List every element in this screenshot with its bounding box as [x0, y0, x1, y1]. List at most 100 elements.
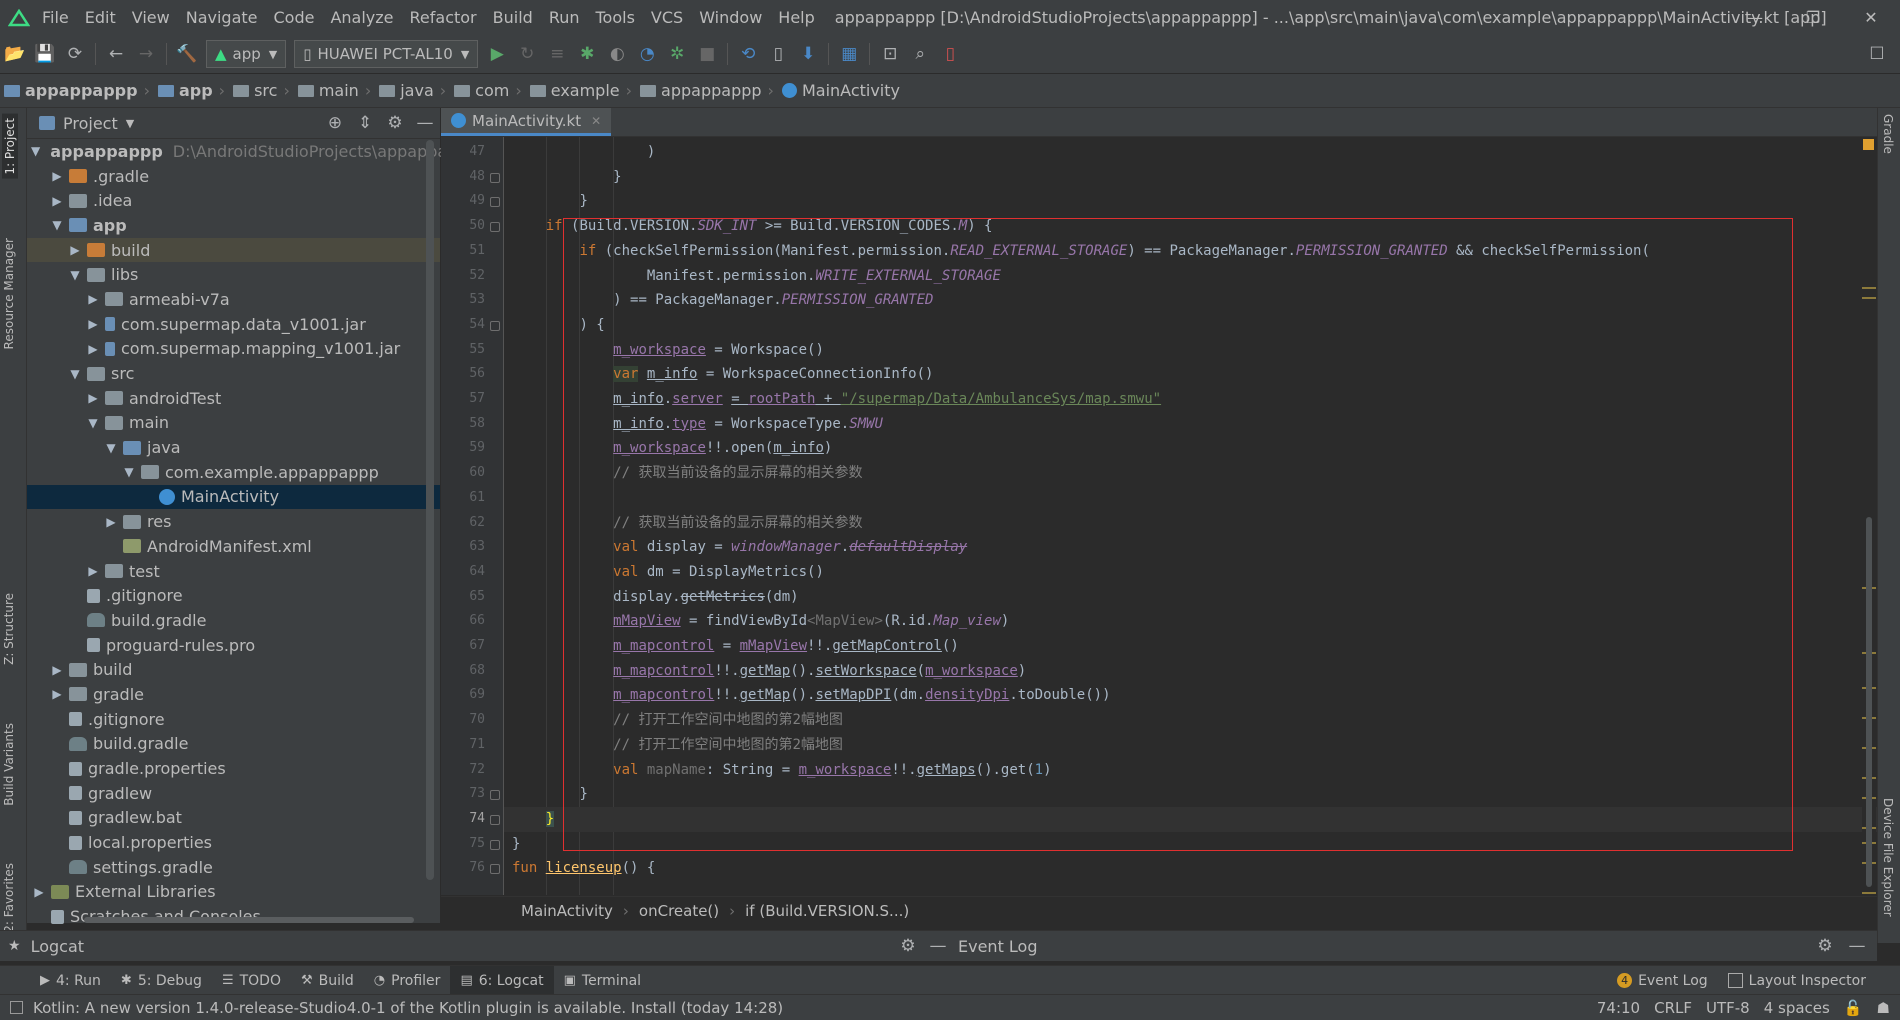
menu-run[interactable]: Run — [541, 8, 588, 27]
code-line[interactable]: ) == PackageManager.PERMISSION_GRANTED — [504, 288, 933, 313]
project-hscrollbar[interactable] — [84, 917, 414, 923]
save-icon[interactable]: 💾 — [30, 39, 60, 69]
tool-tab-build-variants[interactable]: Build Variants — [2, 723, 16, 806]
device-manager-icon[interactable]: ▯ — [935, 39, 965, 69]
run-config-select[interactable]: ▲ app ▼ — [206, 40, 287, 68]
collapsed-arrow-icon[interactable]: ▶ — [85, 342, 101, 356]
rerun-icon[interactable]: ↻ — [512, 39, 542, 69]
locate-icon[interactable]: ⊕ — [320, 108, 350, 138]
apply-changes-icon[interactable]: ≡ — [542, 39, 572, 69]
code-line[interactable]: val dm = DisplayMetrics() — [504, 560, 824, 585]
collapsed-arrow-icon[interactable]: ▶ — [67, 243, 83, 257]
code-line[interactable]: } — [504, 189, 587, 214]
breadcrumb-item[interactable]: java › — [375, 81, 450, 100]
fold-marker-icon[interactable] — [490, 320, 500, 331]
lock-icon[interactable]: 🔓 — [1844, 999, 1863, 1017]
collapsed-arrow-icon[interactable]: ▶ — [103, 515, 119, 529]
tree-node[interactable]: AndroidManifest.xml — [27, 534, 440, 559]
device-select[interactable]: ▯ HUAWEI PCT-AL10 ▼ — [294, 40, 479, 68]
project-structure-icon[interactable]: ▦ — [834, 39, 864, 69]
menu-navigate[interactable]: Navigate — [178, 8, 266, 27]
tab-mainactivity[interactable]: MainActivity.kt ✕ — [441, 108, 612, 136]
code-line[interactable]: ) { — [504, 313, 604, 338]
collapsed-arrow-icon[interactable]: ▶ — [85, 317, 101, 331]
code-line[interactable]: fun licenseup() { — [504, 856, 655, 881]
code-line[interactable]: var m_info = WorkspaceConnectionInfo() — [504, 362, 933, 387]
menu-view[interactable]: View — [124, 8, 178, 27]
forward-icon[interactable]: → — [131, 39, 161, 69]
memory-indicator-icon[interactable]: ☗ — [1877, 999, 1890, 1017]
tree-node[interactable]: ▼ com.example.appappappp — [27, 460, 440, 485]
project-view-select[interactable]: Project — [63, 114, 118, 133]
tree-node[interactable]: build.gradle — [27, 732, 440, 757]
tree-node[interactable]: ▶ androidTest — [27, 386, 440, 411]
editor-breadcrumb-item[interactable]: onCreate() — [639, 902, 719, 920]
user-icon[interactable]: ☐ — [1862, 39, 1892, 69]
restore-icon[interactable]: ❐ — [1784, 0, 1842, 35]
tree-node[interactable]: settings.gradle — [27, 855, 440, 880]
file-encoding[interactable]: UTF-8 — [1706, 999, 1750, 1017]
avd-manager-icon[interactable]: ▯ — [763, 39, 793, 69]
gear-icon[interactable]: ⚙ — [893, 931, 923, 961]
tool-tab-run[interactable]: ▶ 4: Run — [30, 966, 111, 995]
search-icon[interactable]: ⌕ — [905, 39, 935, 69]
sdk-manager-icon[interactable]: ⬇ — [793, 39, 823, 69]
tree-node[interactable]: ▶ armeabi-v7a — [27, 287, 440, 312]
layout-inspector-icon[interactable]: ⊡ — [875, 39, 905, 69]
code-line[interactable]: mMapView = findViewById<MapView>(R.id.Ma… — [504, 609, 1009, 634]
tree-node[interactable]: .gitignore — [27, 707, 440, 732]
fold-marker-icon[interactable] — [490, 222, 500, 233]
code-line[interactable] — [504, 486, 512, 511]
tool-tab-favorites[interactable]: 2: Favorites — [2, 863, 16, 933]
fold-marker-icon[interactable] — [490, 839, 500, 850]
fold-marker-icon[interactable] — [490, 814, 500, 825]
breadcrumb-item[interactable]: example › — [526, 81, 636, 100]
menu-edit[interactable]: Edit — [77, 8, 124, 27]
breadcrumb-item[interactable]: appappappp › — [636, 81, 778, 100]
close-icon[interactable]: ✕ — [1842, 0, 1900, 35]
stop-icon[interactable]: ■ — [692, 39, 722, 69]
collapsed-arrow-icon[interactable]: ▶ — [49, 663, 65, 677]
breadcrumb-item[interactable]: app › — [154, 81, 229, 100]
code-line[interactable]: val display = windowManager.defaultDispl… — [504, 535, 967, 560]
tree-node[interactable]: ▼ appappappp D:\AndroidStudioProjects\appa… — [27, 139, 457, 164]
tool-tab-profiler[interactable]: ◔ Profiler — [364, 966, 451, 995]
code-line[interactable]: // 获取当前设备的显示屏幕的相关参数 — [504, 511, 862, 536]
hide-panel-icon[interactable]: — — [1842, 931, 1872, 961]
tool-tab-logcat[interactable]: ▤ 6: Logcat — [450, 966, 554, 995]
tree-node[interactable]: ▶ .gradle — [27, 164, 440, 189]
editor-scrollbar[interactable] — [1862, 137, 1876, 895]
code-editor[interactable]: )}} if (Build.VERSION.SDK_INT >= Build.VE… — [504, 137, 1877, 895]
status-message[interactable]: Kotlin: A new version 1.4.0-release-Stud… — [33, 999, 783, 1017]
scroll-thumb[interactable] — [1866, 517, 1872, 887]
code-line[interactable]: m_mapcontrol!!.getMap().setWorkspace(m_w… — [504, 659, 1026, 684]
tool-tab-todo[interactable]: ☰ TODO — [212, 966, 291, 995]
tree-node[interactable]: build.gradle — [27, 608, 440, 633]
tree-node[interactable]: local.properties — [27, 830, 440, 855]
tree-node[interactable]: gradle.properties — [27, 756, 440, 781]
menu-tools[interactable]: Tools — [588, 8, 643, 27]
hide-panel-icon[interactable]: — — [410, 108, 440, 138]
sync-icon[interactable]: ⟳ — [60, 39, 90, 69]
run-icon[interactable]: ▶ — [482, 39, 512, 69]
code-line[interactable]: // 打开工作空间中地图的第2幅地图 — [504, 708, 843, 733]
tree-node[interactable]: ▶ build — [27, 237, 440, 263]
project-scrollbar[interactable] — [426, 140, 434, 880]
code-line[interactable]: ) — [504, 140, 655, 165]
gradle-sync-icon[interactable]: ⟲ — [733, 39, 763, 69]
expanded-arrow-icon[interactable]: ▼ — [121, 465, 137, 479]
expanded-arrow-icon[interactable]: ▼ — [67, 367, 83, 381]
debug-icon[interactable]: ✱ — [572, 39, 602, 69]
tool-tab-structure[interactable]: Z: Structure — [2, 593, 16, 665]
code-line[interactable]: } — [504, 806, 1877, 832]
code-line[interactable]: m_mapcontrol!!.getMap().setMapDPI(dm.den… — [504, 683, 1110, 708]
tree-node[interactable]: MainActivity — [27, 484, 440, 510]
collapsed-arrow-icon[interactable]: ▶ — [49, 194, 65, 208]
tree-node[interactable]: ▼ src — [27, 361, 440, 386]
code-line[interactable]: // 打开工作空间中地图的第2幅地图 — [504, 733, 843, 758]
tool-tab-build[interactable]: ⚒ Build — [291, 966, 364, 995]
tool-tab-terminal[interactable]: ▣ Terminal — [554, 966, 651, 995]
tree-node[interactable]: ▼ libs — [27, 262, 440, 287]
tree-node[interactable]: ▶ com.supermap.data_v1001.jar — [27, 312, 440, 337]
collapsed-arrow-icon[interactable]: ▶ — [85, 292, 101, 306]
